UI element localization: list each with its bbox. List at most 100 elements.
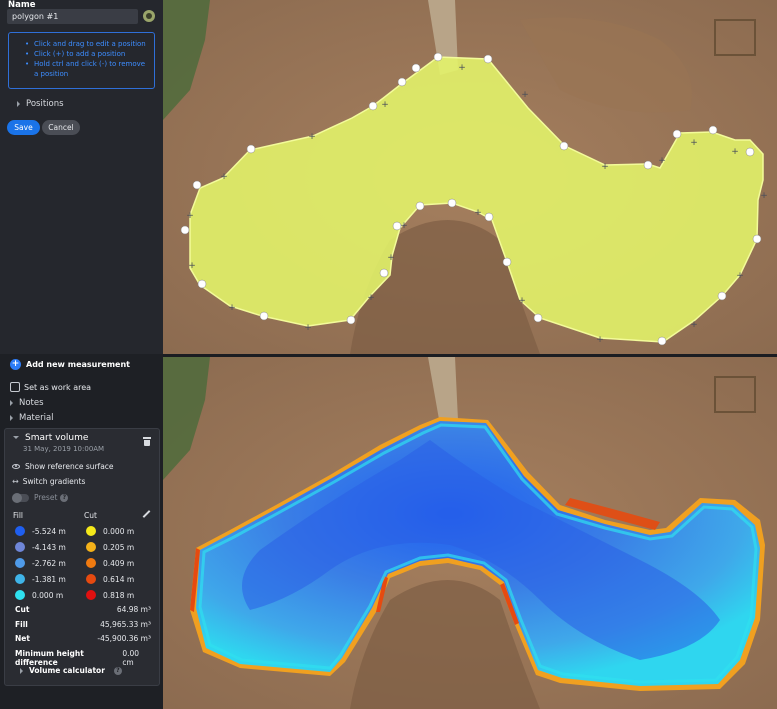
smart-volume-header[interactable]: Smart volume [13,433,88,443]
save-button[interactable]: Save [7,120,40,135]
volume-calculator-expander[interactable]: Volume calculator ? [20,666,122,675]
vertex-handle[interactable] [717,291,727,301]
work-area-checkbox-row[interactable]: Set as work area [10,382,91,392]
vertex-handle[interactable] [415,201,425,211]
vertex-handle[interactable] [502,257,512,267]
add-position-marker[interactable]: + [521,90,529,100]
vertex-handle[interactable] [411,63,421,73]
add-measurement-button[interactable]: + Add new measurement [10,359,130,370]
legend-swatch [86,574,96,584]
add-position-marker[interactable]: + [308,132,316,142]
chevron-right-icon [10,399,13,406]
legend-swatch [15,558,25,568]
map-view-polygon-edit[interactable]: + + + + + + + + + + + + + + + + + + + + … [163,0,777,354]
switch-gradients-button[interactable]: ↔ Switch gradients [12,477,85,486]
legend-swatch [86,558,96,568]
positions-expander[interactable]: Positions [17,99,64,109]
vertex-handle[interactable] [192,180,202,190]
vertex-handle[interactable] [745,147,755,157]
legend-swatch [86,590,96,600]
vertex-handle[interactable] [752,234,762,244]
work-area-label: Set as work area [24,382,92,392]
add-position-marker[interactable]: + [690,320,698,330]
vertex-handle[interactable] [368,101,378,111]
add-position-marker[interactable]: + [731,147,739,157]
fill-stat-row: Fill 45,965.33 m³ [15,620,151,629]
add-position-marker[interactable]: + [304,323,312,333]
trash-icon[interactable] [143,437,151,446]
legend-value: 0.409 m [103,558,135,568]
add-position-marker[interactable]: + [188,261,196,271]
polygon-name-input[interactable]: polygon #1 [7,9,138,24]
vertex-handle[interactable] [246,144,256,154]
legend-swatch [15,574,25,584]
preset-toggle-row[interactable]: Preset ? [12,492,69,503]
add-position-marker[interactable]: + [186,211,194,221]
add-position-marker[interactable]: + [367,293,375,303]
chevron-right-icon [20,667,23,674]
fill-legend-item: -5.524 m [15,526,66,536]
vertex-handle[interactable] [180,225,190,235]
vertex-handle[interactable] [643,160,653,170]
add-position-marker[interactable]: + [387,253,395,263]
add-position-marker[interactable]: + [518,296,526,306]
vertex-handle[interactable] [197,279,207,289]
help-icon[interactable]: ? [113,666,122,675]
add-position-marker[interactable]: + [601,162,609,172]
vertex-handle[interactable] [533,313,543,323]
cut-header: Cut [84,511,97,520]
add-position-marker[interactable]: + [690,138,698,148]
show-reference-label: Show reference surface [25,462,114,471]
add-position-marker[interactable]: + [220,172,228,182]
add-position-marker[interactable]: + [596,335,604,345]
polygon-color-icon[interactable] [143,10,155,22]
preset-label: Preset [34,493,58,502]
volume-calculator-label: Volume calculator [29,666,105,675]
add-position-marker[interactable]: + [474,208,482,218]
add-position-marker[interactable]: + [658,156,666,166]
material-expander[interactable]: Material [10,413,54,423]
vertex-handle[interactable] [346,315,356,325]
vertex-handle[interactable] [259,311,269,321]
plus-icon: + [10,359,21,370]
add-position-marker[interactable]: + [400,221,408,231]
eye-icon [12,464,20,469]
vertex-handle[interactable] [379,268,389,278]
vertex-handle[interactable] [484,212,494,222]
map-canvas[interactable] [163,357,777,709]
net-stat-row: Net -45,900.36 m³ [15,634,151,643]
vertex-handle[interactable] [447,198,457,208]
legend-value: -1.381 m [32,574,66,584]
hint-item: Click (+) to add a position [19,49,150,59]
add-position-marker[interactable]: + [760,191,768,201]
vertex-handle[interactable] [483,54,493,64]
vertex-handle[interactable] [433,52,443,62]
add-position-marker[interactable]: + [228,303,236,313]
pencil-icon[interactable] [141,509,151,519]
help-icon[interactable]: ? [60,493,69,502]
notes-label: Notes [19,398,44,408]
add-position-marker[interactable]: + [458,63,466,73]
preset-toggle[interactable] [12,492,29,503]
add-measurement-label: Add new measurement [26,360,130,369]
add-position-marker[interactable]: + [736,271,744,281]
map-canvas[interactable]: + + + + + + + + + + + + + + + + + + + + … [163,0,777,354]
show-reference-surface-button[interactable]: Show reference surface [12,462,114,471]
vertex-handle[interactable] [672,129,682,139]
edit-hints-box: Click and drag to edit a position Click … [8,32,155,89]
vertex-handle[interactable] [559,141,569,151]
vertex-handle[interactable] [397,77,407,87]
hint-item: Hold ctrl and click (-) to remove a posi… [19,59,150,79]
legend-value: 0.818 m [103,590,135,600]
legend-value: 0.000 m [103,526,135,536]
switch-gradients-label: Switch gradients [22,477,86,486]
vertex-handle[interactable] [657,336,667,346]
vertex-handle[interactable] [708,125,718,135]
work-area-checkbox[interactable] [10,382,20,392]
min-height-stat-label: Minimum height difference [15,649,84,667]
cancel-button[interactable]: Cancel [42,120,80,135]
add-position-marker[interactable]: + [381,100,389,110]
legend-value: 0.205 m [103,542,135,552]
map-view-volume-heatmap[interactable] [163,357,777,709]
notes-expander[interactable]: Notes [10,398,44,408]
